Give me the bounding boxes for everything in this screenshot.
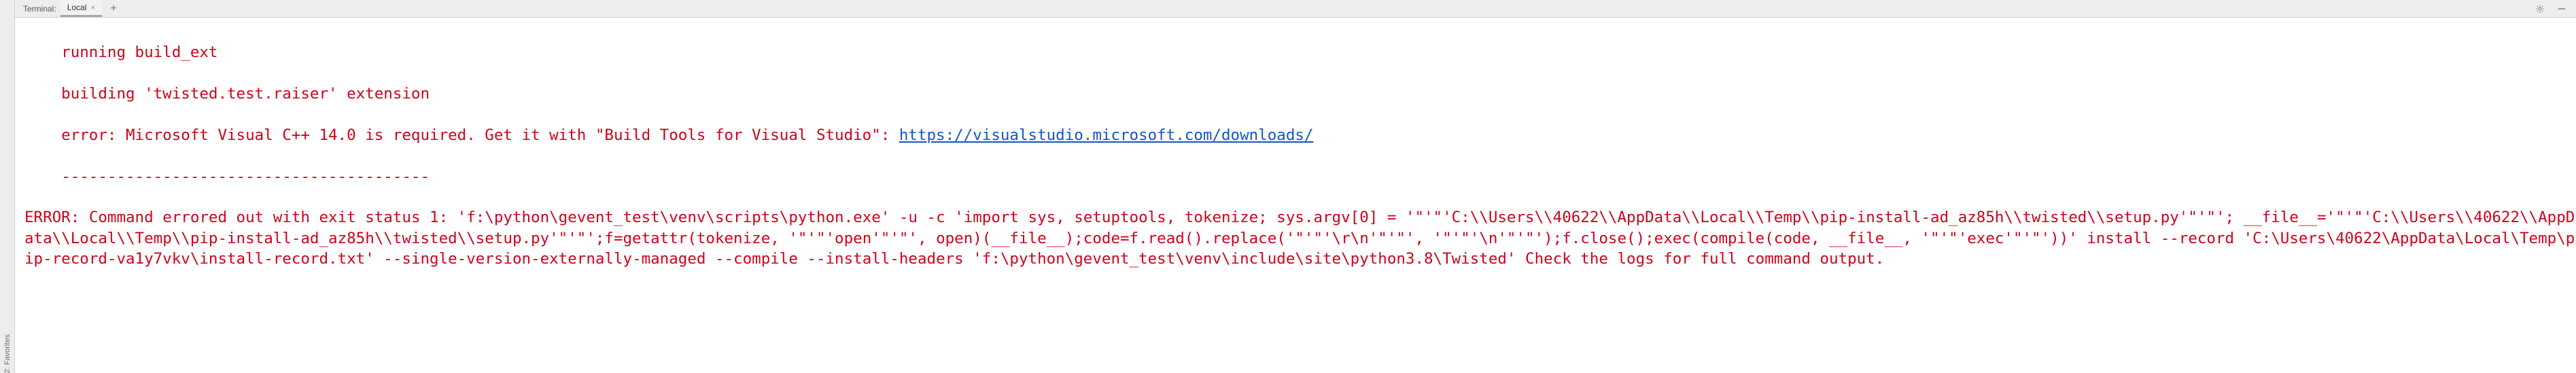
sidebar-favorites-tab[interactable]: 2: Favorites bbox=[0, 0, 15, 373]
terminal-output[interactable]: running build_ext building 'twisted.test… bbox=[15, 18, 2576, 373]
terminal-tabs: Local × + bbox=[60, 0, 125, 17]
plus-icon: + bbox=[110, 3, 116, 15]
minimize-icon[interactable] bbox=[2557, 4, 2566, 14]
terminal-title: Terminal: bbox=[15, 0, 60, 17]
terminal-line: running build_ext bbox=[24, 42, 2576, 63]
terminal-error-block: ERROR: Command errored out with exit sta… bbox=[24, 207, 2576, 269]
close-icon[interactable]: × bbox=[90, 3, 95, 12]
terminal-divider: ---------------------------------------- bbox=[24, 166, 2576, 187]
add-tab-button[interactable]: + bbox=[102, 0, 124, 17]
tab-local[interactable]: Local × bbox=[60, 0, 103, 17]
terminal-header-actions bbox=[2535, 0, 2576, 17]
terminal-error-line: error: Microsoft Visual C++ 14.0 is requ… bbox=[24, 125, 2576, 145]
sidebar-favorites-label: 2: Favorites bbox=[3, 329, 12, 373]
gear-icon[interactable] bbox=[2535, 4, 2545, 14]
tab-local-label: Local bbox=[67, 3, 87, 12]
terminal-line: building 'twisted.test.raiser' extension bbox=[24, 84, 2576, 104]
terminal-header: Terminal: Local × + bbox=[15, 0, 2576, 18]
download-link[interactable]: https://visualstudio.microsoft.com/downl… bbox=[899, 126, 1314, 144]
terminal-error-prefix: error: Microsoft Visual C++ 14.0 is requ… bbox=[61, 126, 899, 144]
